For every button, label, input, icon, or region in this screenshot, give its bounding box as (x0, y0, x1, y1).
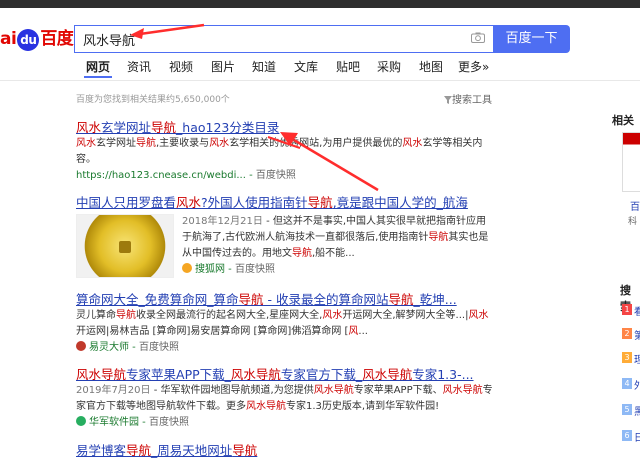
hot-item[interactable]: 第 (634, 327, 640, 342)
tab-wenku[interactable]: 文库 (294, 58, 318, 75)
snapshot-link[interactable]: 百度快照 (149, 417, 189, 428)
rank-badge: 2 (622, 328, 632, 339)
rank-badge: 1 (622, 304, 632, 315)
search-box[interactable]: 风水导航 (74, 25, 493, 53)
related-title: 相关 (612, 114, 634, 127)
result-count: 百度为您找到相关结果约5,650,000个 (76, 95, 230, 105)
hot-item[interactable]: 黑 (634, 403, 640, 418)
result-source-name[interactable]: 搜狐网 (195, 264, 225, 275)
active-tab-indicator (84, 76, 112, 78)
result-source-name[interactable]: 华军软件园 (89, 417, 139, 428)
result-item: 风水玄学网址导航_hao123分类目录 风水玄学网址导航,主要收录与风水玄学相关… (76, 117, 496, 184)
result-title[interactable]: 算命网大全_免费算命网_算命导航 - 收录最全的算命网站导航_乾坤... (76, 289, 496, 308)
result-url[interactable]: https://hao123.cnease.cn/webdi... - 百度快照 (76, 168, 496, 184)
baidu-logo[interactable]: ai du 百度 (0, 24, 74, 51)
site-icon (76, 416, 86, 426)
result-item: 中国人只用罗盘看风水?外国人使用指南针导航,竟是跟中国人学的_航海 2018年1… (76, 192, 496, 278)
search-input[interactable]: 风水导航 (83, 30, 135, 49)
related-image[interactable] (622, 132, 640, 192)
rank-badge: 3 (622, 352, 632, 363)
tab-procurement[interactable]: 采购 (377, 58, 401, 75)
tab-video[interactable]: 视频 (169, 58, 193, 75)
result-title[interactable]: 易学博客导航_周易天地网址导航 (76, 440, 496, 459)
search-tools[interactable]: 搜索工具 (444, 91, 492, 106)
snapshot-link[interactable]: 百度快照 (235, 264, 275, 275)
snapshot-link[interactable]: 百度快照 (139, 342, 179, 353)
result-abstract: 2018年12月21日 - 但这并不是事实,中国人其实很早就把指南针应用于航海了… (182, 216, 489, 259)
tab-web[interactable]: 网页 (86, 58, 110, 75)
result-abstract: 2019年7月20日 - 华军软件园地图导航频道,为您提供风水导航专家苹果APP… (76, 385, 493, 412)
result-title[interactable]: 中国人只用罗盘看风水?外国人使用指南针导航,竟是跟中国人学的_航海 (76, 192, 496, 211)
camera-icon[interactable] (471, 32, 485, 43)
top-bar (0, 0, 640, 8)
result-source-name[interactable]: 易灵大师 (89, 342, 129, 353)
result-abstract: 灵儿算命导航收录全网最流行的起名网大全,星座网大全,风水开运网大全,解梦网大全等… (76, 310, 489, 337)
logo-text: 百度 (40, 29, 74, 49)
tab-tieba[interactable]: 贴吧 (336, 58, 360, 75)
nav-divider (0, 80, 640, 81)
related-label[interactable]: 百 (630, 198, 640, 213)
result-thumbnail[interactable] (76, 214, 174, 278)
result-item: 易学博客导航_周易天地网址导航 (76, 440, 496, 459)
search-button[interactable]: 百度一下 (493, 25, 570, 53)
right-column: 相关 (612, 112, 640, 128)
result-title[interactable]: 风水玄学网址导航_hao123分类目录 (76, 117, 496, 136)
logo-paw-icon: du (17, 29, 40, 51)
tab-images[interactable]: 图片 (211, 58, 235, 75)
result-source[interactable]: 华军软件园 - 百度快照 (76, 415, 496, 431)
rank-badge: 4 (622, 378, 632, 389)
result-source[interactable]: 搜狐网 - 百度快照 (182, 262, 496, 278)
hot-item[interactable]: 日 (634, 429, 640, 444)
hot-item[interactable]: 理 (634, 351, 640, 366)
site-icon (76, 341, 86, 351)
related-sublabel: 科 (628, 217, 638, 227)
tab-map[interactable]: 地图 (419, 58, 443, 75)
rank-badge: 6 (622, 430, 632, 441)
rank-badge: 5 (622, 404, 632, 415)
hot-item[interactable]: 看 (634, 303, 640, 318)
logo-prefix: ai (0, 29, 17, 49)
result-body: 2018年12月21日 - 但这并不是事实,中国人其实很早就把指南针应用于航海了… (182, 214, 496, 278)
tab-zhidao[interactable]: 知道 (252, 58, 276, 75)
result-abstract: 风水玄学网址导航,主要收录与风水玄学相关的优秀网站,为用户提供最优的风水玄学等相… (76, 138, 483, 165)
header: ai du 百度 风水导航 百度一下 (0, 8, 640, 54)
result-source[interactable]: 易灵大师 - 百度快照 (76, 340, 496, 356)
result-date: 2019年7月20日 (76, 385, 151, 396)
result-date: 2018年12月21日 (182, 216, 263, 227)
result-item: 算命网大全_免费算命网_算命导航 - 收录最全的算命网站导航_乾坤... 灵儿算… (76, 289, 496, 356)
hot-item[interactable]: 外 (634, 377, 640, 392)
tab-more[interactable]: 更多» (458, 58, 489, 75)
result-item: 风水导航专家苹果APP下载_风水导航专家官方下载_风水导航专家1.3-... 2… (76, 364, 496, 431)
search-tools-label: 搜索工具 (452, 95, 492, 106)
filter-icon (444, 96, 452, 104)
sohu-icon (182, 263, 192, 273)
coin-hole (119, 241, 131, 253)
result-url-text[interactable]: https://hao123.cnease.cn/webdi... (76, 170, 246, 181)
result-title[interactable]: 风水导航专家苹果APP下载_风水导航专家官方下载_风水导航专家1.3-... (76, 364, 496, 383)
tab-news[interactable]: 资讯 (127, 58, 151, 75)
snapshot-link[interactable]: 百度快照 (256, 170, 296, 181)
